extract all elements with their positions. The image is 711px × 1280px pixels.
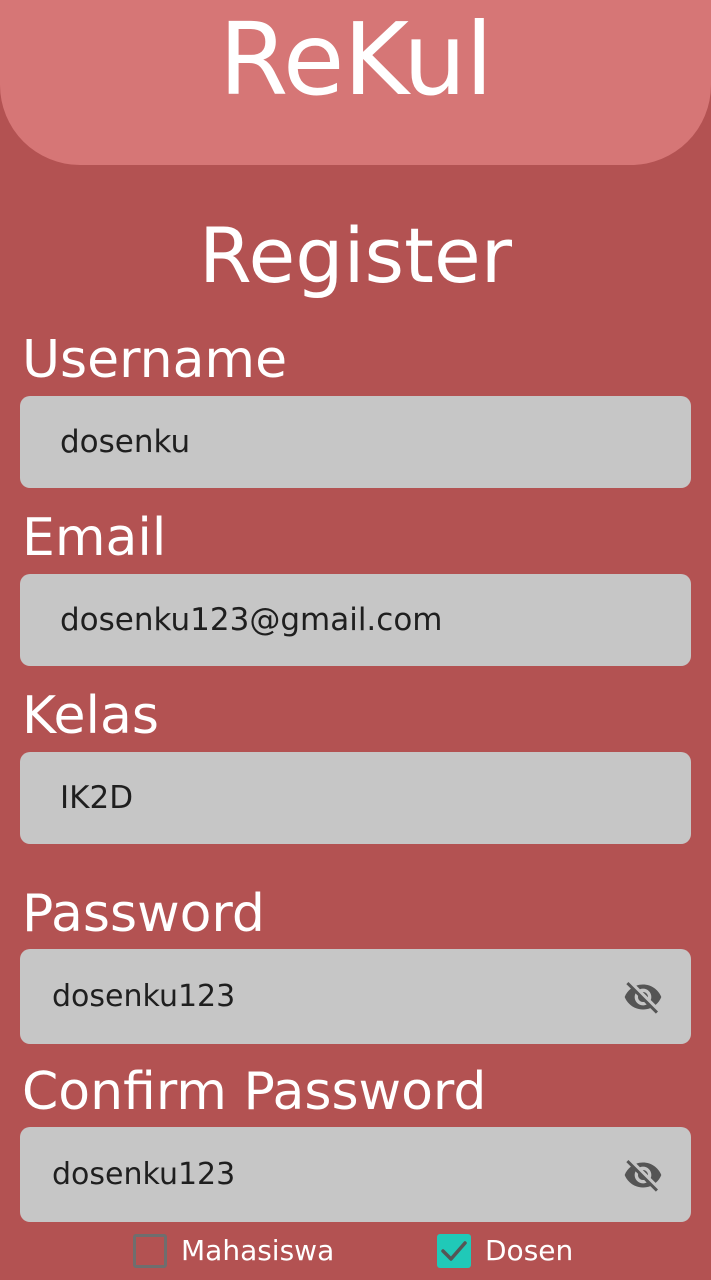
kelas-input[interactable]	[60, 752, 691, 844]
password-label: Password	[22, 884, 265, 944]
mahasiswa-checkbox[interactable]	[133, 1234, 167, 1268]
role-selector: Mahasiswa Dosen	[0, 1234, 711, 1274]
eye-off-icon[interactable]	[619, 1151, 667, 1199]
checkmark-icon	[441, 1241, 467, 1261]
register-screen: ReKul Register Username Email Kelas Pass…	[0, 0, 711, 1280]
email-field[interactable]	[20, 574, 691, 666]
kelas-label: Kelas	[22, 686, 159, 746]
mahasiswa-option[interactable]: Mahasiswa	[133, 1234, 334, 1268]
eye-off-icon[interactable]	[619, 973, 667, 1021]
app-header: ReKul	[0, 0, 711, 165]
confirm-password-field[interactable]	[20, 1127, 691, 1222]
username-input[interactable]	[60, 396, 691, 488]
password-visibility-toggle-icon	[624, 981, 662, 1014]
confirm-password-input[interactable]	[52, 1127, 619, 1222]
kelas-field[interactable]	[20, 752, 691, 844]
confirm-password-label: Confirm Password	[22, 1062, 487, 1122]
dosen-label: Dosen	[485, 1234, 574, 1267]
mahasiswa-label: Mahasiswa	[181, 1234, 335, 1267]
confirm-password-visibility-toggle-icon	[624, 1159, 662, 1192]
username-field[interactable]	[20, 396, 691, 488]
page-title: Register	[199, 211, 512, 300]
email-input[interactable]	[60, 574, 691, 666]
username-label: Username	[22, 330, 288, 390]
app-title: ReKul	[218, 1, 493, 118]
password-field[interactable]	[20, 949, 691, 1044]
email-label: Email	[22, 508, 167, 568]
dosen-option[interactable]: Dosen	[437, 1234, 573, 1268]
dosen-checkbox[interactable]	[437, 1234, 471, 1268]
password-input[interactable]	[52, 949, 619, 1044]
